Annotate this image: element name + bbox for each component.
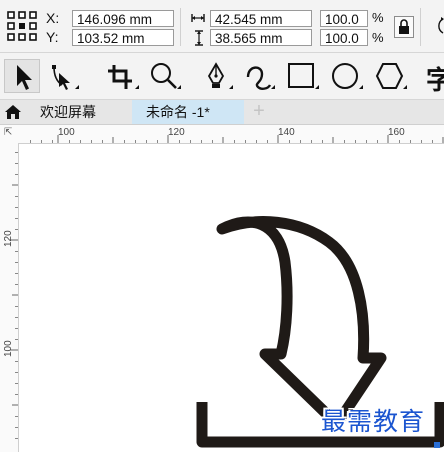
add-tab-button[interactable]: + (248, 100, 270, 124)
text-tool-button[interactable]: 字 (426, 60, 444, 97)
watermark-logo: 最需教育 (321, 407, 426, 436)
width-icon (191, 14, 205, 22)
y-label: Y: (46, 29, 59, 45)
scale-height-field[interactable]: 100.0 (320, 29, 368, 46)
ruler-tick-label: 140 (278, 127, 295, 138)
ruler-tick-label: 100 (3, 340, 14, 357)
height-icon (195, 30, 203, 46)
lock-ratio-button[interactable] (394, 16, 414, 38)
vertical-ruler[interactable]: 120 100 (0, 143, 19, 452)
polygon-icon (375, 63, 407, 89)
reference-point-icon[interactable] (6, 10, 38, 42)
ellipse-icon (332, 63, 363, 89)
home-icon[interactable] (4, 104, 22, 120)
vertical-ruler-ticks (10, 152, 18, 439)
horizontal-ruler[interactable]: 100 120 140 160 (0, 125, 444, 144)
ruler-tick-label: 100 (58, 127, 75, 138)
ruler-origin-icon[interactable]: ⇱ (4, 127, 12, 138)
zoom-tool-button[interactable] (146, 59, 182, 93)
ruler-tick-label: 120 (168, 127, 185, 138)
ellipse-tool-button[interactable] (328, 59, 364, 93)
tab-welcome-screen[interactable]: 欢迎屏幕 (24, 100, 132, 124)
pick-tool-button[interactable] (4, 59, 40, 93)
scale-width-field[interactable]: 100.0 (320, 10, 368, 27)
rectangle-icon (288, 63, 319, 89)
shape-node-icon (52, 65, 79, 90)
freehand-tool-button[interactable] (240, 59, 276, 93)
pen-nib-icon (207, 62, 233, 89)
pen-tool-button[interactable] (198, 59, 234, 93)
tab-untitled-1[interactable]: 未命名 -1* (132, 100, 244, 124)
crop-icon (108, 65, 139, 89)
property-bar: X: Y: 146.096 mm 103.52 mm 42.545 mm 38.… (0, 0, 444, 53)
separator (420, 8, 421, 46)
y-position-field[interactable]: 103.52 mm (72, 29, 174, 46)
curve-icon (246, 66, 275, 90)
pointer-arrow-icon (17, 65, 32, 90)
polygon-tool-button[interactable] (372, 59, 408, 93)
separator (180, 8, 181, 46)
height-field[interactable]: 38.565 mm (210, 29, 312, 46)
shape-tool-button[interactable] (44, 59, 80, 93)
x-label: X: (46, 10, 60, 26)
x-position-field[interactable]: 146.096 mm (72, 10, 174, 27)
rectangle-tool-button[interactable] (284, 59, 320, 93)
rotate-icon[interactable] (432, 16, 444, 36)
percent-label: % (372, 30, 384, 45)
toolbox (0, 53, 444, 100)
lock-icon (399, 19, 409, 34)
magnifier-icon (151, 63, 181, 89)
width-field[interactable]: 42.545 mm (210, 10, 312, 27)
ruler-tick-label: 120 (3, 230, 14, 247)
percent-label: % (372, 10, 384, 25)
document-tab-bar: 欢迎屏幕 未命名 -1* + (0, 100, 444, 125)
ruler-tick-label: 160 (388, 127, 405, 138)
crop-tool-button[interactable] (104, 59, 140, 93)
